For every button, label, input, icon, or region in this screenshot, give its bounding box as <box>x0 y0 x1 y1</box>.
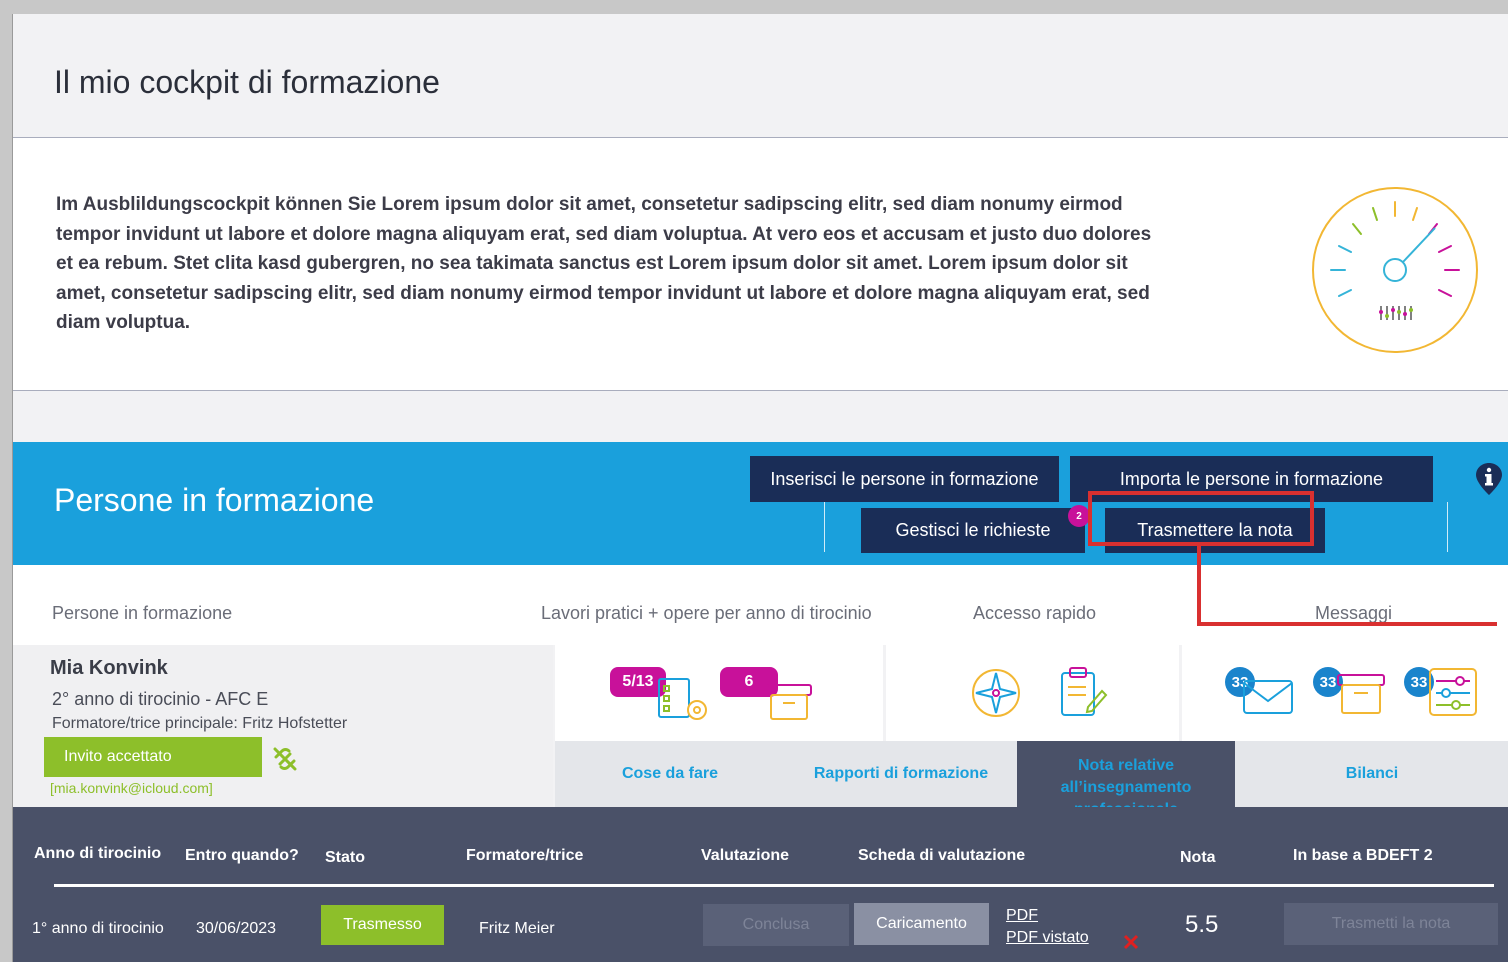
header-trainer: Formatore/trice <box>466 847 584 864</box>
column-works: Lavori pratici + opere per anno di tiroc… <box>541 603 872 623</box>
concluded-button[interactable]: Conclusa <box>703 904 849 946</box>
messages-tile: 33 33 33 <box>1182 645 1508 741</box>
header-evaluation: Valutazione <box>701 847 790 864</box>
upload-button[interactable]: Caricamento <box>854 903 989 945</box>
header-grade: Nota <box>1180 849 1216 866</box>
tab-training-reports[interactable]: Rapporti di formazione <box>785 741 1017 807</box>
learner-trainer: Formatore/trice principale: Fritz Hofste… <box>52 715 348 732</box>
divider <box>824 502 825 552</box>
cell-grade: 5.5 <box>1185 911 1219 938</box>
learner-email: [mia.konvink@icloud.com] <box>50 780 213 796</box>
header-year: Anno di tirocinio <box>34 845 162 862</box>
add-learners-button[interactable]: Inserisci le persone in formazione <box>750 456 1059 502</box>
learner-tabs: Cose da fare Rapporti di formazione Nota… <box>555 741 1508 831</box>
learner-year: 2° anno di tirocinio - AFC E <box>52 689 269 709</box>
divider <box>1447 502 1448 552</box>
tab-todo[interactable]: Cose da fare <box>555 741 785 807</box>
header-due: Entro quando? <box>185 847 299 864</box>
cell-due: 30/06/2023 <box>196 920 277 937</box>
requests-count-badge: 2 <box>1068 505 1090 527</box>
page-title: Il mio cockpit di formazione <box>54 64 440 100</box>
banner-title: Persone in formazione <box>54 482 375 518</box>
checklist-gear-icon[interactable] <box>657 677 713 723</box>
unlink-icon[interactable] <box>271 745 299 773</box>
grades-table: Anno di tirocinio Entro quando? Stato Fo… <box>13 807 1508 962</box>
column-learners: Persone in formazione <box>52 603 233 623</box>
delete-icon[interactable] <box>1123 934 1139 950</box>
archive-box-icon[interactable] <box>765 677 815 723</box>
works-tile: 5/13 6 <box>555 645 883 741</box>
info-icon[interactable] <box>1475 462 1503 496</box>
column-messages: Messaggi <box>1315 603 1393 623</box>
intro-card: Im Ausblildungscockpit können Sie Lorem … <box>13 138 1508 391</box>
highlight-connector <box>1197 546 1201 626</box>
learner-name[interactable]: Mia Konvink <box>50 657 168 680</box>
header-divider <box>54 884 1494 887</box>
column-headers: Persone in formazione Lavori pratici + o… <box>13 565 1508 645</box>
header-evaluation-sheet: Scheda di valutazione <box>858 847 1026 864</box>
settings-sliders-icon[interactable] <box>1420 667 1482 719</box>
header-bdeft: In base a BDEFT 2 <box>1293 847 1433 864</box>
pdf-link[interactable]: PDF <box>1006 907 1038 925</box>
transmit-grade-button[interactable]: Trasmettere la nota <box>1105 508 1325 553</box>
highlight-connector <box>1197 622 1497 626</box>
intro-text: Im Ausblildungscockpit können Sie Lorem … <box>56 194 1152 333</box>
page: Il mio cockpit di formazione Im Ausblild… <box>12 14 1508 962</box>
import-learners-button[interactable]: Importa le persone in formazione <box>1070 456 1433 502</box>
tab-balances[interactable]: Bilanci <box>1235 741 1508 807</box>
quick-access-tile <box>886 645 1179 741</box>
column-quick-access: Accesso rapido <box>973 603 1097 623</box>
cell-trainer: Fritz Meier <box>479 920 555 937</box>
learner-info: Mia Konvink 2° anno di tirocinio - AFC E… <box>13 645 553 807</box>
compass-icon[interactable] <box>970 667 1022 719</box>
header-status: Stato <box>325 849 365 866</box>
manage-requests-button[interactable]: Gestisci le richieste <box>861 508 1085 553</box>
cell-year: 1° anno di tirocinio <box>32 920 164 937</box>
archive-box-icon[interactable] <box>1330 671 1388 717</box>
envelope-icon[interactable] <box>1242 677 1296 717</box>
clipboard-edit-icon[interactable] <box>1056 665 1110 719</box>
title-card: Il mio cockpit di formazione <box>13 14 1508 138</box>
learners-banner: Persone in formazione Inserisci le perso… <box>13 442 1508 565</box>
speedometer-icon <box>1312 187 1478 353</box>
status-transmitted-button[interactable]: Trasmesso <box>321 905 444 945</box>
invitation-status-button[interactable]: Invito accettato <box>44 737 262 777</box>
transmit-note-button[interactable]: Trasmetti la nota <box>1284 903 1498 945</box>
pdf-signed-link[interactable]: PDF vistato <box>1006 929 1089 947</box>
